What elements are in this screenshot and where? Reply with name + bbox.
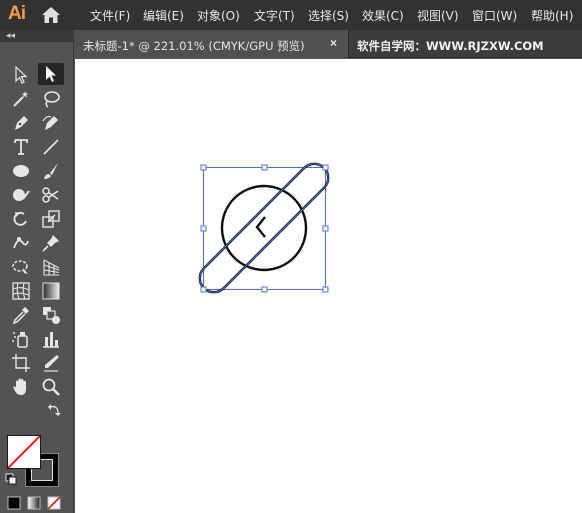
artboard-canvas[interactable] bbox=[75, 59, 582, 513]
document-tab-title: 未标题-1* @ 221.01% (CMYK/GPU 预览) bbox=[83, 39, 305, 53]
pin-tool-icon[interactable] bbox=[38, 232, 64, 254]
paintbrush-tool-icon[interactable] bbox=[38, 160, 64, 182]
fill-color-swatch[interactable] bbox=[7, 435, 41, 469]
ellipse-tool-icon[interactable] bbox=[8, 160, 34, 182]
perspective-grid-tool-icon[interactable] bbox=[38, 256, 64, 278]
hand-tool-icon[interactable] bbox=[8, 376, 34, 398]
close-icon[interactable]: × bbox=[330, 36, 337, 50]
circle-shape bbox=[220, 184, 308, 272]
symbol-sprayer-tool-icon[interactable] bbox=[8, 328, 34, 350]
zoom-tool-icon[interactable] bbox=[38, 376, 64, 398]
shaper-tool-icon[interactable] bbox=[8, 184, 34, 206]
gradient-tool-icon[interactable] bbox=[38, 280, 64, 302]
artwork bbox=[198, 162, 330, 294]
blend-tool-icon[interactable] bbox=[38, 304, 64, 326]
site-watermark-label: 软件自学网：WWW.RJZXW.COM bbox=[357, 39, 544, 53]
free-transform-tool-icon[interactable] bbox=[8, 256, 34, 278]
selection-tool-icon[interactable] bbox=[8, 64, 34, 86]
default-colors-icon[interactable] bbox=[4, 472, 18, 486]
menu-file[interactable]: 文件(F) bbox=[90, 7, 130, 24]
scissors-tool-icon[interactable] bbox=[38, 184, 64, 206]
direct-selection-tool-icon[interactable] bbox=[38, 63, 64, 85]
document-tab[interactable]: 未标题-1* @ 221.01% (CMYK/GPU 预览) × bbox=[74, 30, 349, 58]
menu-select[interactable]: 选择(S) bbox=[308, 7, 349, 24]
menu-bar: Ai 文件(F) 编辑(E) 对象(O) 文字(T) 选择(S) 效果(C) 视… bbox=[0, 0, 582, 30]
slice-tool-icon[interactable] bbox=[38, 352, 64, 374]
menu-object[interactable]: 对象(O) bbox=[197, 7, 240, 24]
puppet-warp-tool-icon[interactable] bbox=[8, 232, 34, 254]
capsule-shape bbox=[198, 162, 330, 294]
column-graph-tool-icon[interactable] bbox=[38, 328, 64, 350]
magic-wand-tool-icon[interactable] bbox=[8, 88, 34, 110]
menu-edit[interactable]: 编辑(E) bbox=[143, 7, 184, 24]
pen-tool-icon[interactable] bbox=[8, 112, 34, 134]
illustrator-window: Ai 文件(F) 编辑(E) 对象(O) 文字(T) 选择(S) 效果(C) 视… bbox=[0, 0, 582, 513]
app-logo: Ai bbox=[8, 3, 26, 24]
type-tool-icon[interactable] bbox=[8, 136, 34, 158]
mesh-tool-icon[interactable] bbox=[8, 280, 34, 302]
selection-handles bbox=[200, 164, 329, 293]
chevron-left-icon bbox=[255, 216, 266, 238]
gradient-mode-icon[interactable] bbox=[26, 495, 42, 511]
menu-type[interactable]: 文字(T) bbox=[254, 7, 295, 24]
document-tab-bar: 未标题-1* @ 221.01% (CMYK/GPU 预览) × 软件自学网：W… bbox=[74, 30, 582, 58]
eyedropper-tool-icon[interactable] bbox=[8, 304, 34, 326]
scale-tool-icon[interactable] bbox=[38, 208, 64, 230]
menu-window[interactable]: 窗口(W) bbox=[472, 7, 517, 24]
tools-panel: ◂◂ bbox=[0, 30, 74, 513]
swap-fill-stroke-icon[interactable] bbox=[46, 402, 62, 418]
line-segment-tool-icon[interactable] bbox=[38, 136, 64, 158]
menu-effect[interactable]: 效果(C) bbox=[362, 7, 404, 24]
menu-view[interactable]: 视图(V) bbox=[417, 7, 459, 24]
curvature-tool-icon[interactable] bbox=[38, 112, 64, 134]
artboard-tool-icon[interactable] bbox=[8, 352, 34, 374]
none-mode-icon[interactable] bbox=[46, 495, 62, 511]
rotate-tool-icon[interactable] bbox=[8, 208, 34, 230]
home-icon[interactable] bbox=[41, 6, 61, 24]
menu-help[interactable]: 帮助(H) bbox=[531, 7, 573, 24]
color-mode-icon[interactable] bbox=[6, 495, 22, 511]
lasso-tool-icon[interactable] bbox=[38, 88, 64, 110]
toolbar-header[interactable]: ◂◂ bbox=[0, 30, 74, 42]
collapse-icon[interactable]: ◂◂ bbox=[6, 30, 15, 41]
